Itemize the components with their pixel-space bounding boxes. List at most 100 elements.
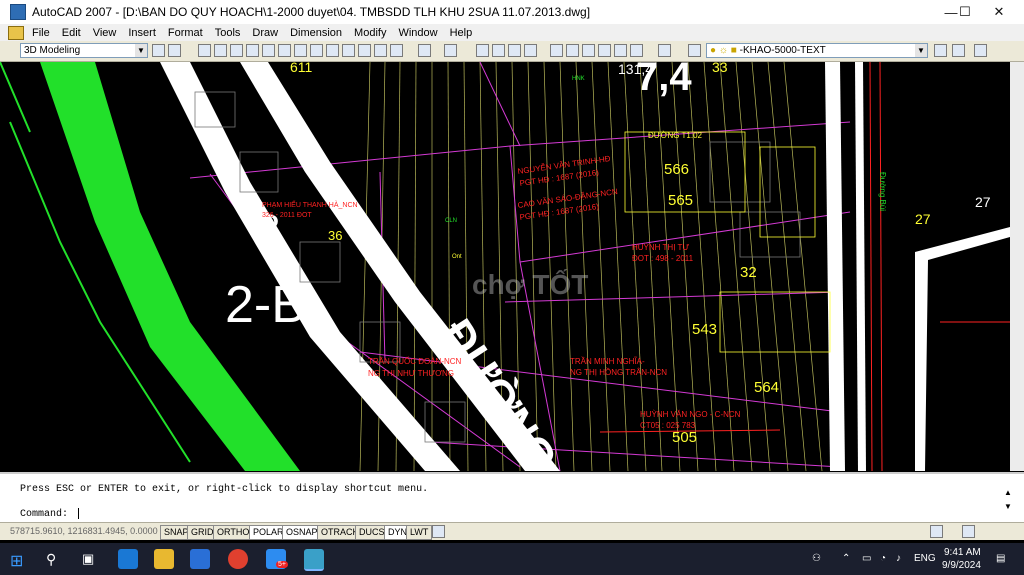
3d-dwf-icon[interactable]: [294, 44, 307, 57]
ont-label: Ont: [452, 254, 462, 260]
paste-icon[interactable]: [342, 44, 355, 57]
wifi-icon[interactable]: ◔: [880, 553, 886, 564]
menu-dimension[interactable]: Dimension: [284, 27, 348, 39]
number-27a-label: 27: [975, 194, 991, 210]
publish-icon[interactable]: [278, 44, 291, 57]
markup-icon[interactable]: [614, 44, 627, 57]
menu-help[interactable]: Help: [444, 27, 479, 39]
undo-icon[interactable]: [418, 44, 431, 57]
edge-browser-icon[interactable]: [118, 549, 138, 569]
people-icon[interactable]: ⚇: [812, 553, 821, 564]
document-icon[interactable]: [8, 25, 24, 40]
file-explorer-icon[interactable]: [154, 549, 174, 569]
workspace-settings-icon[interactable]: [152, 44, 165, 57]
lot-566-label: 566: [664, 161, 689, 178]
language-indicator[interactable]: ENG: [914, 553, 936, 564]
maximize-button[interactable]: ☐: [948, 0, 982, 24]
menu-file[interactable]: File: [26, 27, 56, 39]
sun-icon[interactable]: ☼: [719, 45, 728, 56]
owner6-label: TRẦN MINH NGHĨA-: [570, 356, 645, 366]
windows-start-icon[interactable]: ⊞: [10, 551, 23, 571]
my-workspace-icon[interactable]: [168, 44, 181, 57]
cln-label: CLN: [445, 218, 457, 224]
green-road: [0, 62, 300, 471]
status-bar: 578715.9610, 1216831.4945, 0.0000 SNAP G…: [0, 522, 1024, 540]
drawing-canvas[interactable]: ĐƯỜNG 2-B 8 7,4 131,4 33 611 566 565 32 …: [0, 62, 1010, 471]
make-current-layer-icon[interactable]: [934, 44, 947, 57]
layer-combo[interactable]: ● ☼ ■ -KHAO-5000-TEXT ▼: [706, 43, 928, 58]
cut-icon[interactable]: [310, 44, 323, 57]
menu-format[interactable]: Format: [162, 27, 209, 39]
action-center-icon[interactable]: ▤: [996, 553, 1005, 564]
clock-date[interactable]: 9/9/2024: [942, 560, 981, 571]
close-button[interactable]: ✕: [982, 0, 1016, 24]
scroll-down-icon[interactable]: ▼: [1004, 502, 1012, 511]
chevron-down-icon[interactable]: ▼: [135, 44, 147, 57]
chrome-icon[interactable]: [228, 549, 248, 569]
save-icon[interactable]: [230, 44, 243, 57]
chevron-down-icon[interactable]: ▼: [915, 44, 927, 57]
road-name-label: ĐƯỜNG: [432, 310, 568, 471]
command-prompt[interactable]: Command:: [20, 508, 80, 520]
search-icon[interactable]: ⚲: [46, 551, 56, 568]
zoom-realtime-icon[interactable]: [492, 44, 505, 57]
plot-icon[interactable]: [246, 44, 259, 57]
lwt-toggle[interactable]: LWT: [406, 525, 433, 540]
redo-icon[interactable]: [444, 44, 457, 57]
brush-icon[interactable]: [390, 44, 403, 57]
command-window: Press ESC or ENTER to exit, or right-cli…: [0, 472, 1024, 524]
autocad-app-icon[interactable]: [10, 4, 26, 20]
top-small-label: 131,4: [618, 62, 653, 77]
vertical-scrollbar[interactable]: [1010, 62, 1024, 471]
coordinate-readout[interactable]: 578715.9610, 1216831.4945, 0.0000: [10, 526, 158, 536]
menu-window[interactable]: Window: [392, 27, 443, 39]
workspace-combo[interactable]: 3D Modeling ▼: [20, 43, 148, 58]
menu-edit[interactable]: Edit: [56, 27, 87, 39]
store-icon[interactable]: [190, 549, 210, 569]
number-33-label: 33: [712, 62, 728, 75]
task-view-icon[interactable]: ▣: [82, 551, 94, 567]
sheet-set-icon[interactable]: [598, 44, 611, 57]
open-file-icon[interactable]: [214, 44, 227, 57]
cad-drawing[interactable]: ĐƯỜNG 2-B 8 7,4 131,4 33 611 566 565 32 …: [0, 62, 1010, 471]
copy-icon[interactable]: [326, 44, 339, 57]
menu-draw[interactable]: Draw: [246, 27, 284, 39]
clean-screen-icon[interactable]: [962, 525, 975, 538]
tray-chevron-icon[interactable]: ⌃: [842, 553, 850, 564]
lightbulb-icon[interactable]: ●: [710, 45, 716, 56]
network-icon[interactable]: ▭: [862, 553, 871, 564]
white-road: [160, 62, 1010, 471]
ortho-toggle[interactable]: ORTHO: [213, 525, 254, 540]
quickcalc-icon[interactable]: [630, 44, 643, 57]
lot-564-label: 564: [754, 379, 779, 396]
pan-icon[interactable]: [476, 44, 489, 57]
autocad-taskbar-icon[interactable]: [304, 549, 324, 571]
menu-tools[interactable]: Tools: [209, 27, 247, 39]
menu-insert[interactable]: Insert: [122, 27, 162, 39]
command-input-cursor[interactable]: [78, 508, 80, 519]
block-editor-icon[interactable]: [374, 44, 387, 57]
model-icon[interactable]: [432, 525, 445, 538]
osnap-toggle[interactable]: OSNAP: [282, 525, 322, 540]
volume-icon[interactable]: ♪: [896, 553, 901, 564]
lock-toolbars-icon[interactable]: [930, 525, 943, 538]
layer-manager-icon[interactable]: [688, 44, 701, 57]
scroll-up-icon[interactable]: ▲: [1004, 488, 1012, 497]
design-center-icon[interactable]: [566, 44, 579, 57]
new-file-icon[interactable]: [198, 44, 211, 57]
tool-palettes-icon[interactable]: [582, 44, 595, 57]
layer-states-icon[interactable]: [974, 44, 987, 57]
properties-icon[interactable]: [550, 44, 563, 57]
menu-modify[interactable]: Modify: [348, 27, 392, 39]
zoom-window-icon[interactable]: [508, 44, 521, 57]
lock-icon[interactable]: ■: [731, 45, 737, 56]
layer-previous-icon[interactable]: [952, 44, 965, 57]
hnk-label: HNK: [572, 76, 585, 82]
menu-view[interactable]: View: [87, 27, 123, 39]
zoom-previous-icon[interactable]: [524, 44, 537, 57]
windows-taskbar: ⊞ ⚲ ▣ 5+ ⚇ ⌃ ▭ ◔ ♪ ENG 9:41 AM 9/9/2024 …: [0, 543, 1024, 575]
clock-time[interactable]: 9:41 AM: [944, 547, 981, 558]
match-properties-icon[interactable]: [358, 44, 371, 57]
help-icon[interactable]: [658, 44, 671, 57]
plot-preview-icon[interactable]: [262, 44, 275, 57]
